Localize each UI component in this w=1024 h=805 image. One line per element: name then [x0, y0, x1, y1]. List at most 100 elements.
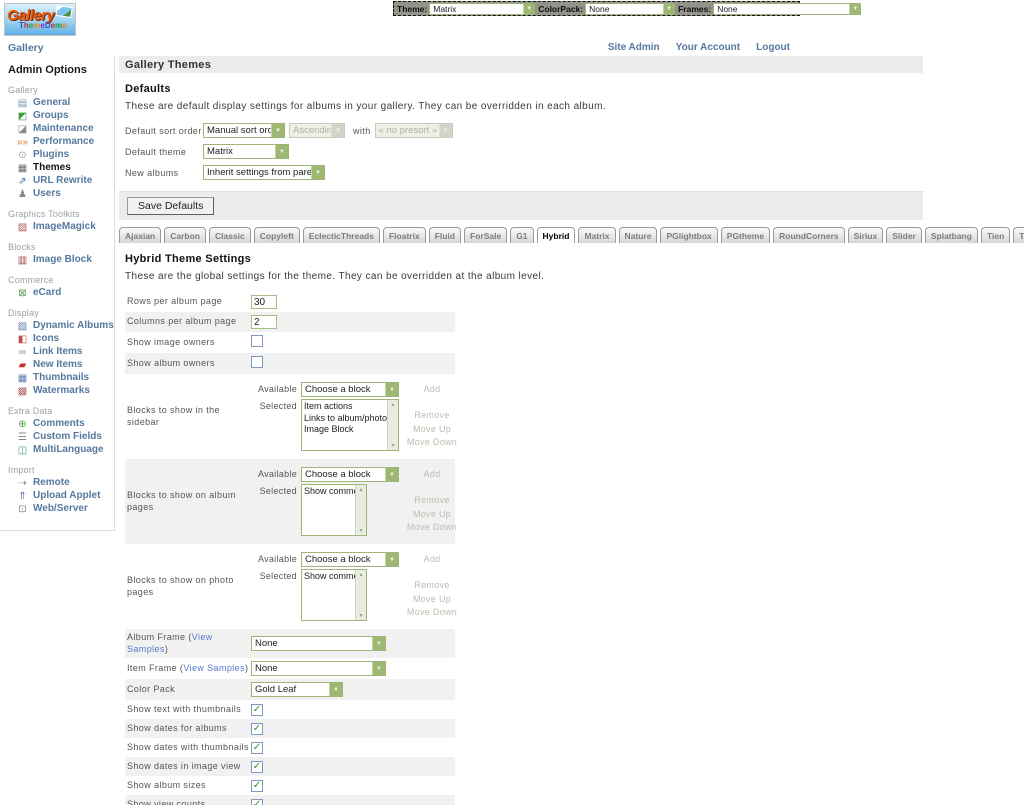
tab-carbon[interactable]: Carbon [164, 227, 206, 243]
scroll-up-icon[interactable]: ▴ [391, 400, 394, 409]
default-sort-order-select[interactable]: Manual sort order▼ [203, 123, 285, 138]
sidebar-item-general[interactable]: ▤General [8, 97, 114, 109]
checkbox-show-view-counts[interactable]: ✓ [251, 799, 263, 805]
scroll-up-icon[interactable]: ▴ [359, 485, 362, 494]
gallery-home-link[interactable]: Gallery [8, 42, 44, 54]
tab-slider[interactable]: Slider [886, 227, 922, 243]
tab-classic[interactable]: Classic [209, 227, 251, 243]
sidebar-item-ecard[interactable]: ⊠eCard [8, 287, 114, 299]
tab-forsale[interactable]: ForSale [464, 227, 507, 243]
action-link-move-down[interactable]: Move Down [403, 606, 461, 620]
add-link[interactable]: Add [403, 467, 461, 479]
sidebar-item-maintenance[interactable]: ◪Maintenance [8, 123, 114, 135]
sidebar-item-web-server[interactable]: ⊡Web/Server [8, 503, 114, 515]
text-input-rows-per-album-page[interactable] [251, 295, 277, 309]
theme-switcher-select[interactable]: Matrix▼ [429, 3, 535, 15]
sidebar-item-icons[interactable]: ◧Icons [8, 333, 114, 345]
sidebar-item-imagemagick[interactable]: ▨ImageMagick [8, 221, 114, 233]
sidebar-item-upload-applet[interactable]: ⇑Upload Applet [8, 490, 114, 502]
tab-eclecticthreads[interactable]: EclecticThreads [303, 227, 380, 243]
selected-blocks-list[interactable]: Item actionsLinks to album/photo peersIm… [301, 399, 399, 451]
list-option[interactable]: Show comments [304, 571, 354, 583]
list-option[interactable]: Links to album/photo peers [304, 413, 386, 425]
sidebar-item-themes[interactable]: ▦Themes [8, 162, 114, 174]
tab-copyleft[interactable]: Copyleft [254, 227, 300, 243]
text-input-columns-per-album-page[interactable] [251, 315, 277, 329]
tab-siriux[interactable]: Siriux [848, 227, 884, 243]
sidebar-item-users[interactable]: ♟Users [8, 188, 114, 200]
sidebar-item-link-items[interactable]: ∞Link Items [8, 346, 114, 358]
action-link-remove[interactable]: Remove [403, 409, 461, 423]
tab-roundcorners[interactable]: RoundCorners [773, 227, 845, 243]
action-link-move-down[interactable]: Move Down [403, 521, 461, 535]
sidebar-item-plugins[interactable]: ⊙Plugins [8, 149, 114, 161]
available-blocks-select[interactable]: Choose a block▼ [301, 552, 399, 567]
sidebar-item-performance[interactable]: »»Performance [8, 136, 114, 148]
sidebar-item-thumbnails[interactable]: ▦Thumbnails [8, 372, 114, 384]
colorpack-switcher-select[interactable]: None▼ [585, 3, 675, 15]
nav-link-site-admin[interactable]: Site Admin [608, 42, 660, 53]
add-link[interactable]: Add [403, 552, 461, 564]
frames-switcher-select[interactable]: None▼ [713, 3, 861, 15]
sidebar-item-dynamic-albums[interactable]: ▧Dynamic Albums [8, 320, 114, 332]
tab-g1[interactable]: G1 [510, 227, 533, 243]
sidebar-item-new-items[interactable]: ▰New Items [8, 359, 114, 371]
checkbox-show-dates-for-albums[interactable]: ✓ [251, 723, 263, 735]
checkbox-show-dates-in-image-view[interactable]: ✓ [251, 761, 263, 773]
action-link-remove[interactable]: Remove [403, 579, 461, 593]
tab-ajaxian[interactable]: Ajaxian [119, 227, 161, 243]
list-option[interactable]: Show comments [304, 486, 354, 498]
available-blocks-select[interactable]: Choose a block▼ [301, 382, 399, 397]
list-option[interactable]: Item actions [304, 401, 386, 413]
scroll-down-icon[interactable]: ▾ [359, 526, 362, 535]
available-blocks-select[interactable]: Choose a block▼ [301, 467, 399, 482]
action-link-move-up[interactable]: Move Up [403, 423, 461, 437]
checkbox-show-text-with-thumbnails[interactable]: ✓ [251, 704, 263, 716]
new-albums-select[interactable]: Inherit settings from parent album▼ [203, 165, 325, 180]
nav-link-logout[interactable]: Logout [756, 42, 790, 53]
save-defaults-button[interactable]: Save Defaults [127, 197, 214, 215]
action-link-move-up[interactable]: Move Up [403, 508, 461, 522]
checkbox-show-album-sizes[interactable]: ✓ [251, 780, 263, 792]
tab-pglightbox[interactable]: PGlightbox [660, 227, 717, 243]
tab-tien[interactable]: Tien [981, 227, 1010, 243]
tab-floatrix[interactable]: Floatrix [383, 227, 426, 243]
view-samples-link[interactable]: View Samples [127, 632, 213, 654]
action-link-move-down[interactable]: Move Down [403, 436, 461, 450]
checkbox-show-dates-with-thumbnails[interactable]: ✓ [251, 742, 263, 754]
view-samples-link[interactable]: View Samples [183, 663, 245, 673]
tab-matrix[interactable]: Matrix [578, 227, 615, 243]
sidebar-item-url-rewrite[interactable]: ⇗URL Rewrite [8, 175, 114, 187]
scroll-down-icon[interactable]: ▾ [391, 441, 394, 450]
tab-nature[interactable]: Nature [619, 227, 658, 243]
add-link[interactable]: Add [403, 382, 461, 394]
list-scrollbar[interactable]: ▴▾ [387, 400, 398, 450]
checkbox-show-album-owners[interactable] [251, 356, 263, 368]
list-scrollbar[interactable]: ▴▾ [355, 570, 366, 620]
selected-blocks-list[interactable]: Show comments▴▾ [301, 569, 367, 621]
scroll-up-icon[interactable]: ▴ [359, 570, 362, 579]
default-theme-select[interactable]: Matrix▼ [203, 144, 289, 159]
sidebar-item-watermarks[interactable]: ▩Watermarks [8, 385, 114, 397]
tab-splatbang[interactable]: Splatbang [925, 227, 978, 243]
checkbox-show-image-owners[interactable] [251, 335, 263, 347]
tab-fluid[interactable]: Fluid [429, 227, 461, 243]
sidebar-item-custom-fields[interactable]: ☰Custom Fields [8, 431, 114, 443]
sidebar-item-multilanguage[interactable]: ◫MultiLanguage [8, 444, 114, 456]
gallery-logo[interactable]: Gallery ThemeDemo [4, 3, 76, 36]
sidebar-item-image-block[interactable]: ▥Image Block [8, 254, 114, 266]
tab-pgtheme[interactable]: PGtheme [721, 227, 770, 243]
scroll-down-icon[interactable]: ▾ [359, 611, 362, 620]
action-link-move-up[interactable]: Move Up [403, 593, 461, 607]
nav-link-your-account[interactable]: Your Account [676, 42, 740, 53]
select-color-pack[interactable]: Gold Leaf▼ [251, 682, 343, 697]
list-option[interactable]: Image Block [304, 424, 386, 436]
select-album-frame[interactable]: None▼ [251, 636, 386, 651]
sidebar-item-comments[interactable]: ⊕Comments [8, 418, 114, 430]
list-scrollbar[interactable]: ▴▾ [355, 485, 366, 535]
sidebar-item-remote[interactable]: ⇢Remote [8, 477, 114, 489]
tab-hybrid[interactable]: Hybrid [537, 227, 576, 243]
tab-tile[interactable]: Tile [1013, 227, 1024, 243]
selected-blocks-list[interactable]: Show comments▴▾ [301, 484, 367, 536]
sidebar-item-groups[interactable]: ◩Groups [8, 110, 114, 122]
